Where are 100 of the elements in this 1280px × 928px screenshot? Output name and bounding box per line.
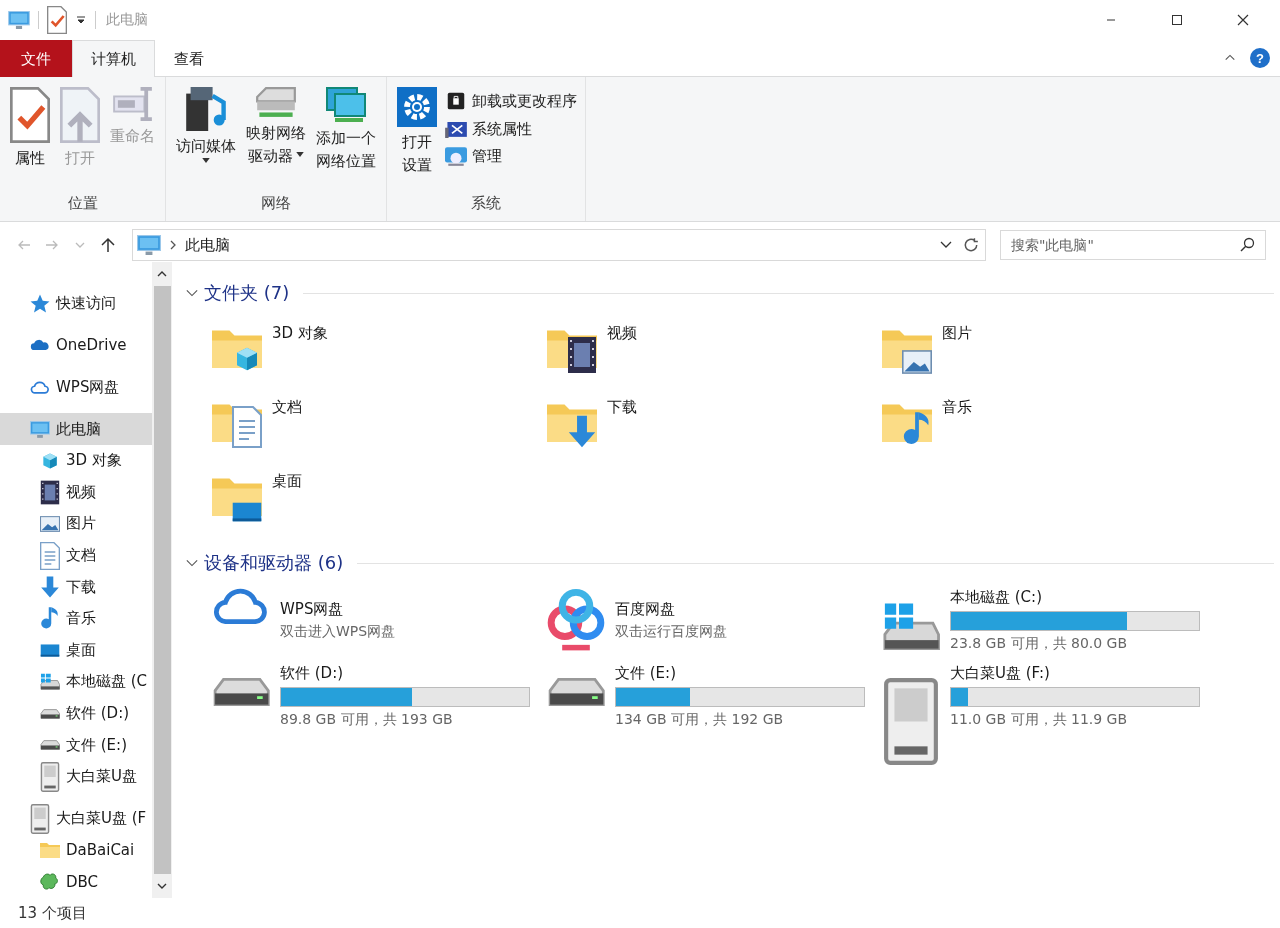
- help-button[interactable]: ?: [1250, 48, 1270, 68]
- drive-space: 11.0 GB 可用，共 11.9 GB: [950, 711, 1129, 729]
- drive-icon: [40, 708, 60, 719]
- search-field[interactable]: 搜索"此电脑": [1000, 230, 1266, 260]
- ribbon-button[interactable]: 映射网络 驱动器: [242, 83, 310, 172]
- sidebar-item[interactable]: 本地磁盘 (C: [0, 666, 152, 698]
- cloud-icon: [30, 339, 50, 351]
- usb-drive-icon: [882, 678, 940, 765]
- usb-drive-icon: [40, 761, 60, 792]
- document-icon: [232, 406, 262, 448]
- chevron-icon: [169, 240, 177, 250]
- scroll-down-icon: [157, 882, 167, 890]
- drive-description: 双击运行百度网盘: [615, 623, 727, 641]
- sidebar-item[interactable]: 3D 对象: [0, 445, 152, 477]
- ribbon-button[interactable]: 访问媒体: [172, 83, 240, 171]
- folder-name[interactable]: 音乐: [942, 392, 972, 466]
- folder-name[interactable]: 桌面: [272, 466, 302, 540]
- drive-space: 23.8 GB 可用，共 80.0 GB: [950, 635, 1129, 653]
- window-title: 此电脑: [106, 11, 148, 29]
- star-icon: [30, 293, 50, 313]
- chevron-icon[interactable]: [186, 557, 198, 569]
- dropdown-icon: [75, 14, 87, 26]
- image-icon: [902, 350, 932, 374]
- group-label: 网络: [260, 193, 292, 214]
- folder-name[interactable]: 3D 对象: [272, 318, 328, 392]
- cloud-icon: [212, 588, 270, 624]
- sidebar-item[interactable]: 图片: [0, 508, 152, 540]
- folder-name[interactable]: 视频: [607, 318, 637, 392]
- ribbon-tab[interactable]: 计算机: [72, 40, 155, 77]
- drive-icon: [882, 602, 940, 650]
- section-title[interactable]: 设备和驱动器 (6): [204, 551, 344, 575]
- drive-description: 双击进入WPS网盘: [280, 623, 396, 641]
- drive-icon: [40, 740, 60, 751]
- desktop-icon: [40, 643, 60, 657]
- ribbon-button[interactable]: 打开 设置: [393, 83, 441, 181]
- up-arrow-icon: [100, 237, 116, 253]
- ribbon-tab[interactable]: 文件: [0, 40, 72, 77]
- cloud-icon: [30, 380, 50, 394]
- drive-name[interactable]: WPS网盘: [280, 600, 396, 619]
- drive-icon: [40, 673, 60, 691]
- download-arrow-icon: [40, 576, 60, 599]
- drive-icon: [547, 678, 605, 706]
- drive-name[interactable]: 本地磁盘 (C:): [950, 588, 1200, 607]
- image-icon: [40, 516, 60, 532]
- drive-name[interactable]: 文件 (E:): [615, 664, 865, 683]
- document-icon: [40, 541, 60, 570]
- refresh-icon: [963, 237, 979, 253]
- folder-name[interactable]: 下载: [607, 392, 637, 466]
- drive-space: 134 GB 可用，共 192 GB: [615, 711, 785, 729]
- drive-icon: [212, 678, 270, 706]
- properties-icon: [47, 6, 67, 34]
- download-arrow-icon: [567, 415, 597, 448]
- folder-name[interactable]: 图片: [942, 318, 972, 392]
- settings-icon: [397, 87, 437, 127]
- folder-icon: [40, 842, 60, 858]
- address-bar[interactable]: 此电脑: [132, 229, 986, 261]
- scroll-up-icon: [157, 270, 167, 278]
- search-icon: [1240, 237, 1256, 253]
- computer-icon: [8, 11, 30, 29]
- sidebar-item[interactable]: DaBaiCai: [0, 834, 152, 867]
- sidebar-item[interactable]: 软件 (D:): [0, 697, 152, 730]
- ribbon-button[interactable]: 属性: [6, 83, 54, 174]
- ribbon-button[interactable]: 系统属性: [443, 117, 579, 142]
- drive-name[interactable]: 大白菜U盘 (F:): [950, 664, 1200, 683]
- sidebar-item[interactable]: 文档: [0, 539, 152, 572]
- sidebar-item[interactable]: 文件 (E:): [0, 729, 152, 761]
- sidebar-item[interactable]: 视频: [0, 476, 152, 509]
- sidebar-item[interactable]: DBC: [0, 866, 152, 898]
- chevron-icon[interactable]: [186, 287, 198, 299]
- sidebar-item[interactable]: 下载: [0, 571, 152, 603]
- sidebar-item[interactable]: 桌面: [0, 634, 152, 667]
- computer-icon: [30, 420, 50, 438]
- sidebar-item[interactable]: 音乐: [0, 602, 152, 635]
- drive-name[interactable]: 百度网盘: [615, 600, 727, 619]
- film-icon: [567, 336, 597, 374]
- network-location-icon: [326, 87, 366, 123]
- sidebar-item[interactable]: 此电脑: [0, 413, 152, 445]
- network-drive-icon: [256, 87, 296, 118]
- drive-name[interactable]: 软件 (D:): [280, 664, 530, 683]
- scrollbar[interactable]: [152, 262, 172, 898]
- sidebar-item[interactable]: 大白菜U盘: [0, 760, 152, 793]
- sidebar-item[interactable]: WPS网盘: [0, 371, 152, 403]
- computer-icon: [137, 235, 161, 255]
- ribbon-button[interactable]: 管理: [443, 144, 579, 169]
- folder-name[interactable]: 文档: [272, 392, 302, 466]
- film-icon: [40, 479, 60, 505]
- group-label: 系统: [470, 193, 502, 214]
- usb-drive-icon: [30, 803, 50, 834]
- sidebar-item[interactable]: 快速访问: [0, 287, 152, 319]
- sidebar-item[interactable]: OneDrive: [0, 329, 152, 361]
- maximize-icon: [1171, 14, 1183, 26]
- close-icon: [1237, 14, 1249, 26]
- address-path: 此电脑: [185, 235, 231, 255]
- rename-icon: [112, 87, 153, 121]
- drive-space: 89.8 GB 可用，共 193 GB: [280, 711, 454, 729]
- ribbon-button[interactable]: 卸载或更改程序: [443, 87, 579, 115]
- ribbon-tab[interactable]: 查看: [155, 40, 223, 77]
- section-title[interactable]: 文件夹 (7): [204, 281, 290, 305]
- ribbon-button[interactable]: 添加一个 网络位置: [312, 83, 380, 177]
- sidebar-item[interactable]: 大白菜U盘 (F: [0, 802, 152, 835]
